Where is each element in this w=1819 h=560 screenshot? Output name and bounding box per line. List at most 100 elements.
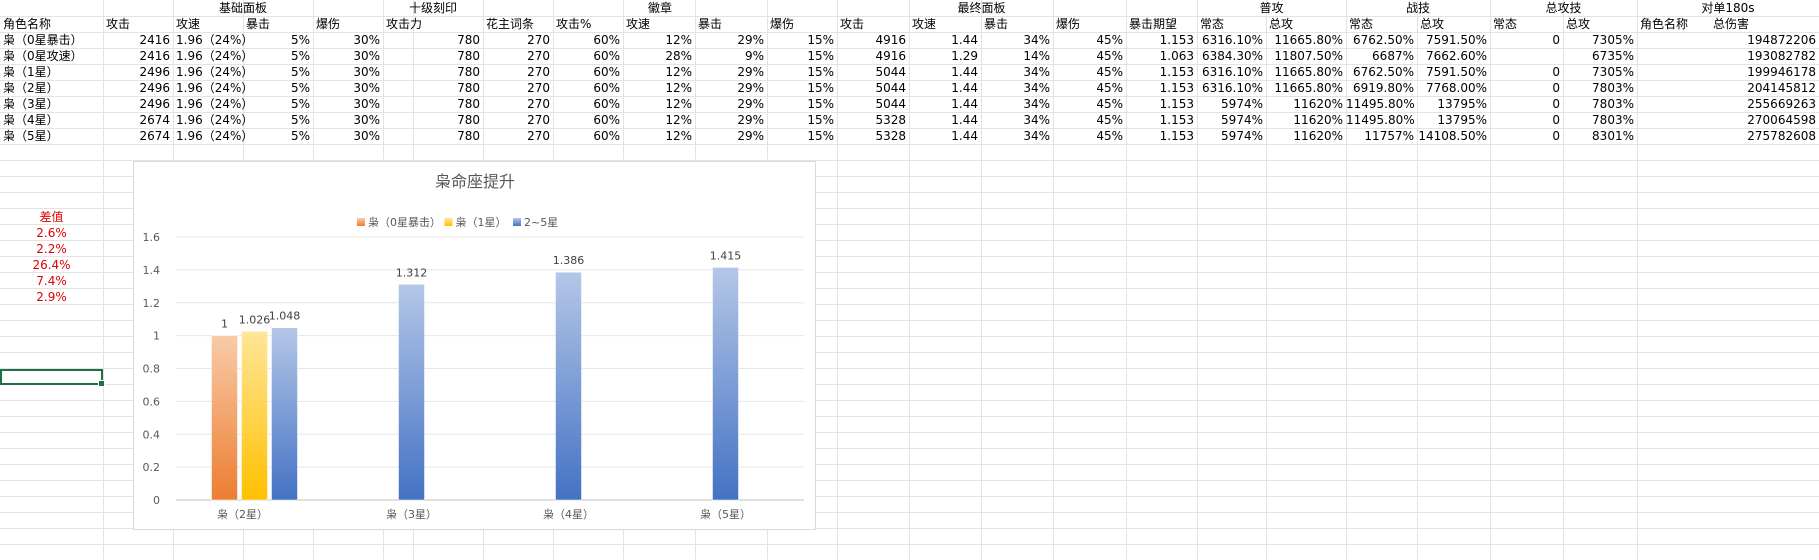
data-cell[interactable]: 7305% — [1563, 32, 1637, 48]
data-cell[interactable]: 5044 — [837, 64, 909, 80]
data-cell[interactable]: 0 — [1490, 128, 1563, 144]
data-cell[interactable]: 780 — [383, 64, 483, 80]
header-group[interactable]: 对单180s — [1637, 0, 1819, 16]
column-header[interactable]: 攻速 — [173, 16, 243, 32]
data-cell[interactable]: 204145812 — [1710, 80, 1819, 96]
diff-value[interactable]: 26.4% — [0, 257, 103, 273]
data-cell[interactable]: 29% — [695, 112, 767, 128]
data-cell[interactable]: 11495.80% — [1346, 96, 1417, 112]
column-header[interactable]: 常态 — [1490, 16, 1563, 32]
column-header[interactable]: 攻击 — [837, 16, 909, 32]
data-cell[interactable]: 5974% — [1197, 128, 1266, 144]
row-name-cell[interactable]: 枭（0星暴击） — [0, 32, 103, 48]
data-cell[interactable]: 193082782 — [1710, 48, 1819, 64]
column-header[interactable]: 总攻 — [1563, 16, 1637, 32]
data-cell[interactable]: 5974% — [1197, 112, 1266, 128]
row-name-cell[interactable]: 枭（2星） — [0, 80, 103, 96]
data-cell[interactable]: 0 — [1490, 80, 1563, 96]
data-cell[interactable]: 1.44 — [909, 96, 981, 112]
data-cell[interactable]: 34% — [981, 96, 1053, 112]
data-cell[interactable]: 11665.80% — [1266, 32, 1346, 48]
data-cell[interactable] — [1637, 80, 1710, 96]
data-cell[interactable]: 45% — [1053, 112, 1126, 128]
data-cell[interactable] — [1637, 64, 1710, 80]
data-cell[interactable]: 60% — [553, 64, 623, 80]
data-cell[interactable]: 11807.50% — [1266, 48, 1346, 64]
data-cell[interactable]: 2416 — [103, 48, 173, 64]
data-cell[interactable]: 45% — [1053, 64, 1126, 80]
data-cell[interactable]: 60% — [553, 96, 623, 112]
data-cell[interactable]: 15% — [767, 64, 837, 80]
data-cell[interactable]: 7803% — [1563, 112, 1637, 128]
data-cell[interactable]: 6316.10% — [1197, 80, 1266, 96]
data-cell[interactable]: 14108.50% — [1417, 128, 1490, 144]
row-name-cell[interactable]: 枭（0星攻速） — [0, 48, 103, 64]
data-cell[interactable]: 15% — [767, 32, 837, 48]
data-cell[interactable]: 1.44 — [909, 112, 981, 128]
data-cell[interactable]: 4916 — [837, 48, 909, 64]
data-cell[interactable]: 11495.80% — [1346, 112, 1417, 128]
data-cell[interactable]: 29% — [695, 96, 767, 112]
data-cell[interactable]: 12% — [623, 64, 695, 80]
data-cell[interactable]: 1.153 — [1126, 64, 1197, 80]
data-cell[interactable]: 2674 — [103, 128, 173, 144]
data-cell[interactable]: 6735% — [1563, 48, 1637, 64]
column-header[interactable]: 攻击 — [103, 16, 173, 32]
data-cell[interactable]: 5044 — [837, 96, 909, 112]
data-cell[interactable] — [1637, 32, 1710, 48]
data-cell[interactable] — [1637, 128, 1710, 144]
data-cell[interactable]: 1.44 — [909, 64, 981, 80]
data-cell[interactable]: 29% — [695, 80, 767, 96]
column-header[interactable]: 攻击力 — [383, 16, 483, 32]
data-cell[interactable]: 11757% — [1346, 128, 1417, 144]
column-header[interactable]: 常态 — [1346, 16, 1417, 32]
data-cell[interactable]: 45% — [1053, 96, 1126, 112]
data-cell[interactable]: 1.063 — [1126, 48, 1197, 64]
data-cell[interactable]: 255669263 — [1710, 96, 1819, 112]
data-cell[interactable]: 34% — [981, 128, 1053, 144]
data-cell[interactable]: 6316.10% — [1197, 64, 1266, 80]
fill-handle[interactable] — [98, 380, 105, 387]
data-cell[interactable]: 270 — [483, 48, 553, 64]
data-cell[interactable]: 13795% — [1417, 96, 1490, 112]
data-cell[interactable]: 11620% — [1266, 96, 1346, 112]
data-cell[interactable]: 7305% — [1563, 64, 1637, 80]
data-cell[interactable]: 5974% — [1197, 96, 1266, 112]
data-cell[interactable]: 14% — [981, 48, 1053, 64]
data-cell[interactable]: 60% — [553, 32, 623, 48]
header-group[interactable]: 基础面板 — [103, 0, 383, 16]
data-cell[interactable]: 270 — [483, 112, 553, 128]
data-cell[interactable]: 12% — [623, 80, 695, 96]
data-cell[interactable]: 13795% — [1417, 112, 1490, 128]
column-header[interactable]: 暴击 — [243, 16, 313, 32]
column-header[interactable]: 暴击期望 — [1126, 16, 1197, 32]
data-cell[interactable]: 1.96（24%） — [173, 128, 253, 144]
data-cell[interactable]: 7768.00% — [1417, 80, 1490, 96]
header-group[interactable]: 战技 — [1346, 0, 1490, 16]
data-cell[interactable]: 34% — [981, 64, 1053, 80]
spreadsheet-grid[interactable]: 基础面板 十级刻印 徽章 最终面板 普攻 战技 总攻技 对单180s 角色名称 攻击 攻速 暴击 爆伤攻… — [0, 0, 1819, 560]
data-cell[interactable]: 8301% — [1563, 128, 1637, 144]
data-cell[interactable]: 7803% — [1563, 96, 1637, 112]
data-cell[interactable]: 2674 — [103, 112, 173, 128]
column-header[interactable]: 总伤害 — [1710, 16, 1819, 32]
data-cell[interactable] — [1637, 48, 1710, 64]
data-cell[interactable]: 45% — [1053, 80, 1126, 96]
data-cell[interactable]: 270064598 — [1710, 112, 1819, 128]
data-cell[interactable] — [1637, 96, 1710, 112]
data-cell[interactable]: 29% — [695, 64, 767, 80]
data-cell[interactable]: 270 — [483, 32, 553, 48]
data-cell[interactable]: 0 — [1490, 32, 1563, 48]
column-header[interactable]: 爆伤 — [767, 16, 837, 32]
data-cell[interactable]: 194872206 — [1710, 32, 1819, 48]
data-cell[interactable]: 15% — [767, 48, 837, 64]
data-cell[interactable]: 11665.80% — [1266, 64, 1346, 80]
data-cell[interactable]: 6762.50% — [1346, 32, 1417, 48]
data-cell[interactable]: 34% — [981, 80, 1053, 96]
data-cell[interactable]: 5044 — [837, 80, 909, 96]
data-cell[interactable]: 2496 — [103, 64, 173, 80]
data-cell[interactable]: 1.96（24%） — [173, 48, 253, 64]
data-cell[interactable]: 30% — [313, 96, 383, 112]
data-cell[interactable]: 1.153 — [1126, 128, 1197, 144]
data-cell[interactable]: 780 — [383, 96, 483, 112]
